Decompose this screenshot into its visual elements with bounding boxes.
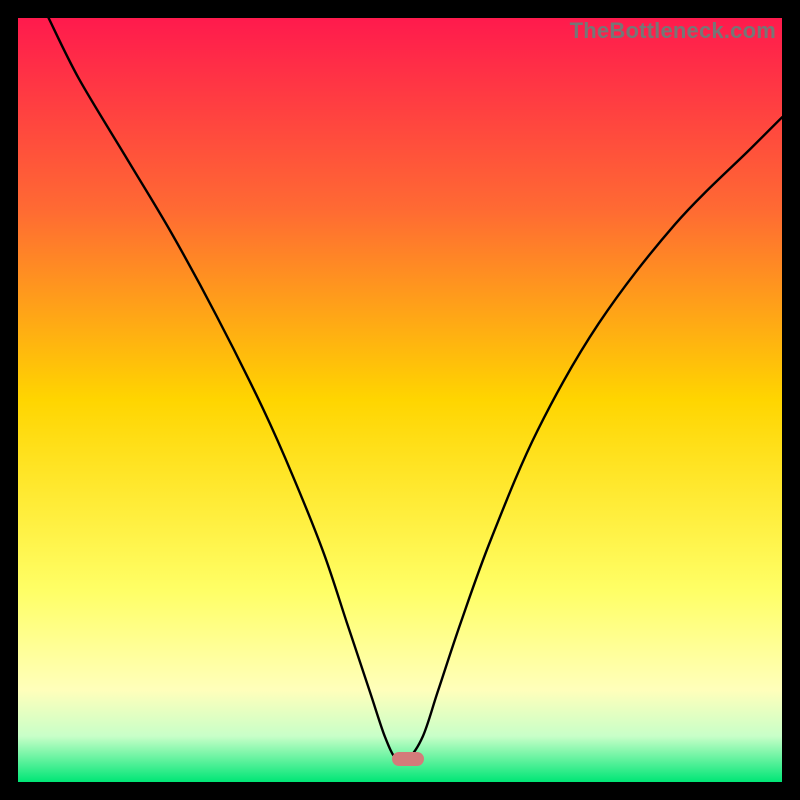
optimal-marker (392, 752, 424, 766)
gradient-background (18, 18, 782, 782)
chart-frame: TheBottleneck.com (0, 0, 800, 800)
plot-area: TheBottleneck.com (18, 18, 782, 782)
chart-svg (18, 18, 782, 782)
watermark-text: TheBottleneck.com (570, 18, 776, 44)
